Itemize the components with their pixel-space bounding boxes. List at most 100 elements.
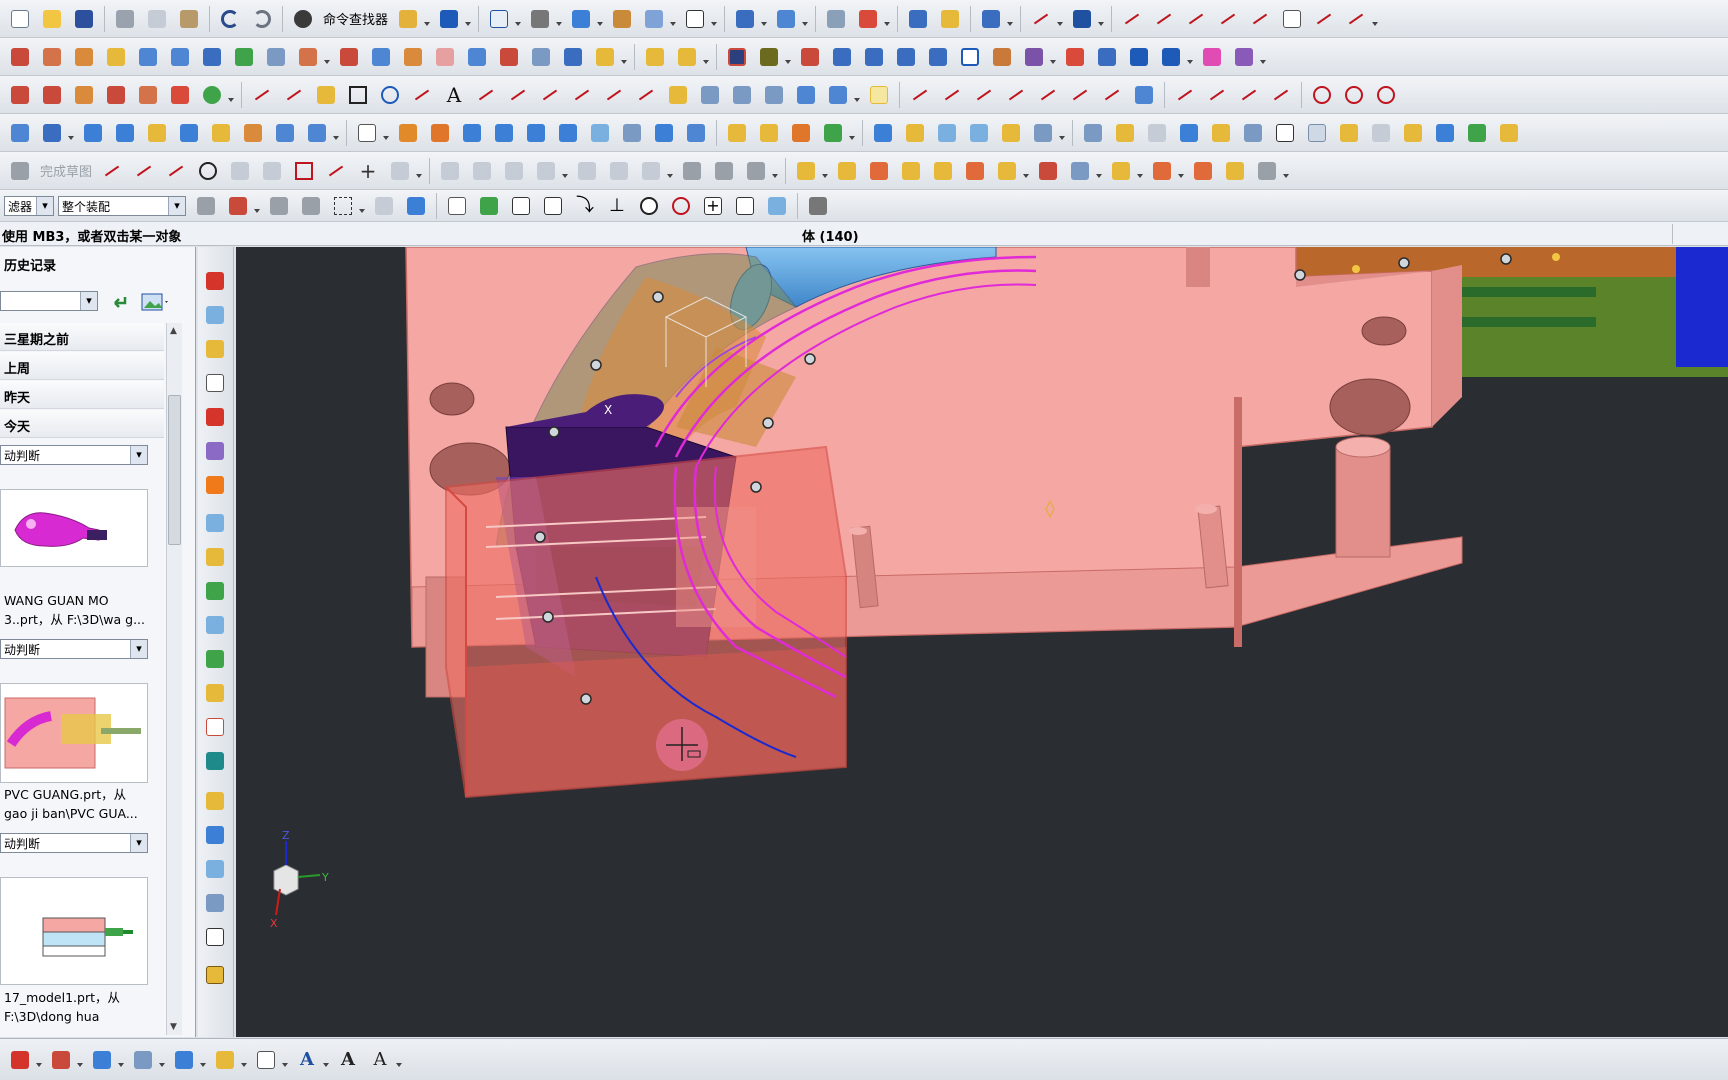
ejector-pin-icon[interactable] [460, 121, 484, 145]
mold-base-icon[interactable] [396, 121, 420, 145]
redo-icon[interactable] [250, 7, 274, 31]
palette-view-icon[interactable] [140, 291, 168, 313]
helix-icon[interactable] [410, 83, 434, 107]
divide-curve-icon[interactable] [1184, 7, 1208, 31]
wave-link-icon[interactable] [733, 7, 757, 31]
system-materials-icon[interactable] [203, 545, 227, 569]
constraint-navigator-icon[interactable] [203, 337, 227, 361]
history-scrollbar[interactable]: ▲ ▼ [166, 323, 182, 1035]
arc-center-icon[interactable]: ⊥ [605, 194, 629, 218]
blend-icon[interactable] [296, 45, 320, 69]
curve-edit-10-icon[interactable] [1205, 83, 1229, 107]
sub-insert-icon[interactable] [524, 121, 548, 145]
back-arrow-icon[interactable] [106, 291, 130, 313]
mid-point-icon[interactable] [509, 194, 533, 218]
section-curve-icon[interactable] [762, 83, 786, 107]
mold-tool-8-icon[interactable] [1036, 159, 1060, 183]
snap-on-icon[interactable] [445, 194, 469, 218]
sketch-arc-icon[interactable] [164, 159, 188, 183]
rectangle-select-icon[interactable] [331, 194, 355, 218]
new-file-icon[interactable] [8, 7, 32, 31]
datum-plane-icon[interactable] [40, 83, 64, 107]
point-on-curve-icon[interactable] [669, 194, 693, 218]
selection-scope-combo[interactable]: 整个装配 [58, 195, 186, 216]
grid-snap-icon[interactable] [806, 194, 830, 218]
symbol-icon[interactable]: A [336, 1048, 360, 1072]
mirror-icon[interactable] [798, 45, 822, 69]
mold-tool-2-icon[interactable] [835, 159, 859, 183]
polygon-icon[interactable] [378, 83, 402, 107]
weld-symbol-icon[interactable] [213, 1048, 237, 1072]
edit-section-icon[interactable] [610, 7, 634, 31]
history-section-2[interactable]: 昨天 [0, 381, 164, 409]
clip-icon[interactable] [642, 7, 666, 31]
curve-offset-face-icon[interactable] [794, 83, 818, 107]
tools-3-icon[interactable] [999, 121, 1023, 145]
process-studio-icon[interactable] [203, 439, 227, 463]
datum-target-icon[interactable] [131, 1048, 155, 1072]
copy-icon[interactable] [145, 7, 169, 31]
bounded-grid-icon[interactable] [765, 194, 789, 218]
palette-tab-icon[interactable] [203, 789, 227, 813]
studio-spline-icon[interactable] [324, 159, 348, 183]
point-on-face-icon[interactable] [733, 194, 757, 218]
tools-active-icon[interactable] [1305, 121, 1329, 145]
parting-14-icon[interactable] [1497, 121, 1521, 145]
join-curve-icon[interactable] [602, 83, 626, 107]
mold-tool-6-icon[interactable] [963, 159, 987, 183]
pocket-icon[interactable] [136, 45, 160, 69]
history-thumbnail[interactable] [0, 683, 148, 783]
spline-icon[interactable] [314, 83, 338, 107]
cooling-icon[interactable] [620, 121, 644, 145]
type-filter-combo[interactable]: 滤器 [4, 195, 54, 216]
offset-curve-icon[interactable] [1120, 7, 1144, 31]
sketch-plane-icon[interactable] [136, 83, 160, 107]
offset-icon[interactable] [474, 83, 498, 107]
revolve-icon[interactable] [40, 45, 64, 69]
measure-distance-icon[interactable] [1070, 7, 1094, 31]
spreadsheet-icon[interactable] [8, 121, 32, 145]
snap-point-icon[interactable] [226, 194, 250, 218]
layers-tab-icon[interactable] [203, 823, 227, 847]
trim-body-icon[interactable] [497, 45, 521, 69]
parting-2-icon[interactable] [1113, 121, 1137, 145]
view-manager-icon[interactable] [871, 121, 895, 145]
layer-settings-icon[interactable] [1232, 45, 1256, 69]
associative-icon[interactable] [867, 83, 891, 107]
open-file-icon[interactable] [40, 7, 64, 31]
tools-2-icon[interactable] [967, 121, 991, 145]
curve-pattern-icon[interactable] [826, 83, 850, 107]
reuse-library-icon[interactable] [203, 371, 227, 395]
silhouette-icon[interactable] [730, 83, 754, 107]
text-style-icon[interactable]: A [368, 1048, 392, 1072]
curve-edit-3-icon[interactable] [972, 83, 996, 107]
move-object-icon[interactable] [979, 7, 1003, 31]
split-body-icon[interactable] [529, 45, 553, 69]
history-section-3[interactable]: 今天 [0, 410, 164, 438]
pan-icon[interactable] [1022, 45, 1046, 69]
cone-icon[interactable] [145, 121, 169, 145]
mold-tool-11-icon[interactable] [1150, 159, 1174, 183]
block-icon[interactable] [81, 121, 105, 145]
graphics-viewport[interactable]: X Z Y X [236, 247, 1728, 1037]
select-component-icon[interactable] [404, 194, 428, 218]
runner-icon[interactable] [588, 121, 612, 145]
shaded-icon[interactable] [1095, 45, 1119, 69]
layout-tab-icon[interactable] [203, 891, 227, 915]
curve-edit-2-icon[interactable] [940, 83, 964, 107]
fit-icon[interactable] [958, 45, 982, 69]
intersect-curve-icon[interactable] [538, 83, 562, 107]
mold-tool-13-icon[interactable] [1223, 159, 1247, 183]
circle-3pt-icon[interactable] [1342, 83, 1366, 107]
note-icon[interactable]: A [295, 1048, 319, 1072]
trim-curve-icon[interactable] [1152, 7, 1176, 31]
wrap-icon[interactable] [862, 45, 886, 69]
history-entry-combo[interactable]: 动判断 [0, 833, 148, 853]
scale-body-icon[interactable] [465, 45, 489, 69]
curve-length-icon[interactable] [1216, 7, 1240, 31]
offset-face-icon[interactable] [433, 45, 457, 69]
history-section-0[interactable]: 三星期之前 [0, 323, 164, 351]
scroll-down-icon[interactable]: ▼ [170, 1022, 177, 1032]
slider-lifter-icon[interactable] [492, 121, 516, 145]
layer-icon[interactable] [396, 7, 420, 31]
